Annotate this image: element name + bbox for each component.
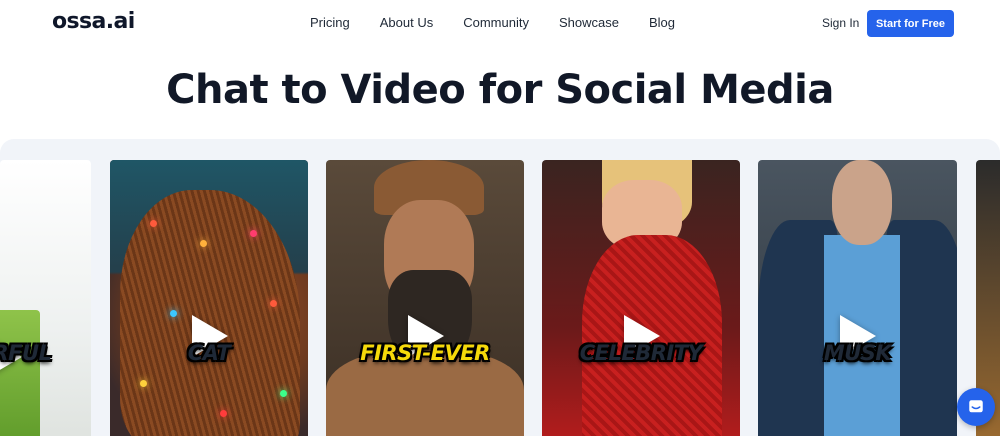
- video-caption: CELEBRITY: [579, 341, 703, 365]
- nav-community[interactable]: Community: [463, 15, 529, 30]
- video-card[interactable]: RFUL: [0, 160, 91, 436]
- start-for-free-button[interactable]: Start for Free: [867, 10, 954, 37]
- hero-title: Chat to Video for Social Media: [166, 67, 834, 113]
- nav-pricing[interactable]: Pricing: [310, 15, 350, 30]
- face-image: [832, 160, 892, 245]
- video-caption: MUSK: [823, 341, 892, 365]
- navbar: ossa.ai Pricing About Us Community Showc…: [0, 0, 1000, 46]
- video-caption: FIRST-EVER: [360, 341, 490, 365]
- video-card[interactable]: CAT: [110, 160, 308, 436]
- nav-blog[interactable]: Blog: [649, 15, 675, 30]
- chat-bubble-icon[interactable]: [957, 388, 995, 426]
- sign-in-link[interactable]: Sign In: [822, 16, 859, 30]
- video-gallery: RFUL CAT FIRST-EVER CELEBRITY M: [0, 139, 1000, 436]
- logo[interactable]: ossa.ai: [52, 9, 135, 34]
- nav-links: Pricing About Us Community Showcase Blog: [310, 15, 705, 30]
- chat-icon: [969, 400, 983, 413]
- nav-about-us[interactable]: About Us: [380, 15, 433, 30]
- video-caption: RFUL: [0, 341, 52, 365]
- nav-showcase[interactable]: Showcase: [559, 15, 619, 30]
- video-card[interactable]: MUSK: [758, 160, 957, 436]
- video-card[interactable]: CELEBRITY: [542, 160, 740, 436]
- video-card[interactable]: FIRST-EVER: [326, 160, 524, 436]
- yarn-cat-image: [120, 190, 300, 436]
- video-caption: CAT: [187, 341, 231, 365]
